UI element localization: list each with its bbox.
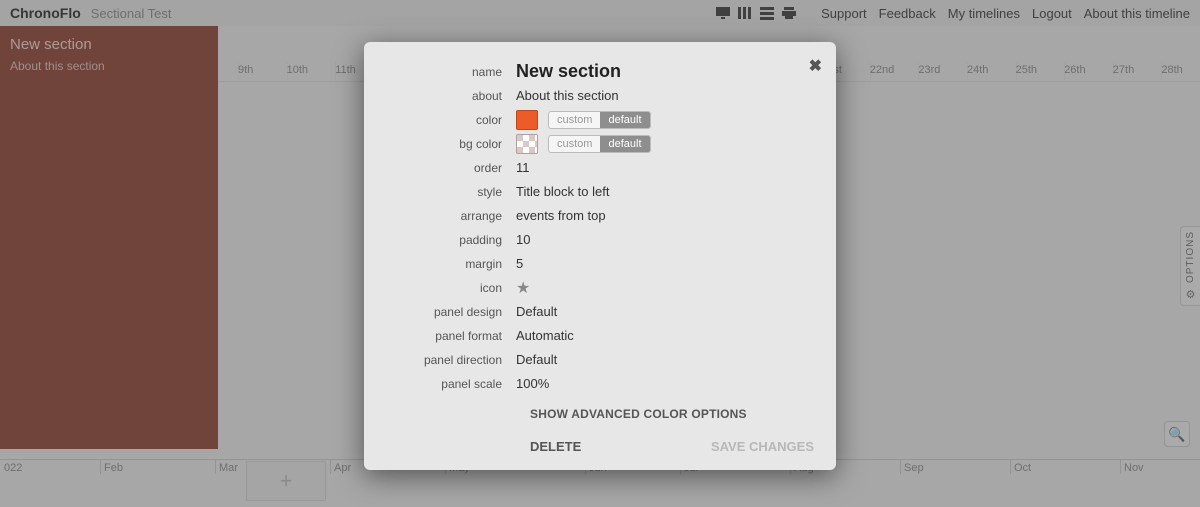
color-toggle: custom default (548, 111, 651, 129)
color-custom-button[interactable]: custom (549, 112, 600, 128)
label-bg-color: bg color (386, 137, 516, 151)
value-order[interactable]: 11 (516, 160, 814, 175)
label-panel-scale: panel scale (386, 377, 516, 391)
delete-button[interactable]: DELETE (530, 439, 581, 454)
value-panel-scale[interactable]: 100% (516, 376, 814, 391)
label-order: order (386, 161, 516, 175)
bg-color-custom-button[interactable]: custom (549, 136, 600, 152)
label-color: color (386, 113, 516, 127)
value-padding[interactable]: 10 (516, 232, 814, 247)
label-name: name (386, 65, 516, 79)
label-panel-format: panel format (386, 329, 516, 343)
section-properties-dialog: ✖ name New section about About this sect… (364, 42, 836, 470)
value-margin[interactable]: 5 (516, 256, 814, 271)
label-margin: margin (386, 257, 516, 271)
label-about: about (386, 89, 516, 103)
value-style[interactable]: Title block to left (516, 184, 814, 199)
bg-color-swatch[interactable] (516, 134, 538, 154)
label-padding: padding (386, 233, 516, 247)
close-icon[interactable]: ✖ (809, 56, 822, 76)
color-swatch[interactable] (516, 110, 538, 130)
show-advanced-color-options[interactable]: SHOW ADVANCED COLOR OPTIONS (530, 407, 814, 421)
value-arrange[interactable]: events from top (516, 208, 814, 223)
value-panel-format[interactable]: Automatic (516, 328, 814, 343)
bg-color-default-button[interactable]: default (600, 136, 649, 152)
value-panel-direction[interactable]: Default (516, 352, 814, 367)
label-icon: icon (386, 281, 516, 295)
value-panel-design[interactable]: Default (516, 304, 814, 319)
color-default-button[interactable]: default (600, 112, 649, 128)
save-changes-button[interactable]: SAVE CHANGES (711, 439, 814, 454)
star-icon[interactable]: ★ (516, 278, 530, 298)
label-panel-direction: panel direction (386, 353, 516, 367)
label-style: style (386, 185, 516, 199)
label-arrange: arrange (386, 209, 516, 223)
bg-color-toggle: custom default (548, 135, 651, 153)
value-about[interactable]: About this section (516, 88, 814, 103)
label-panel-design: panel design (386, 305, 516, 319)
value-name[interactable]: New section (516, 61, 814, 82)
